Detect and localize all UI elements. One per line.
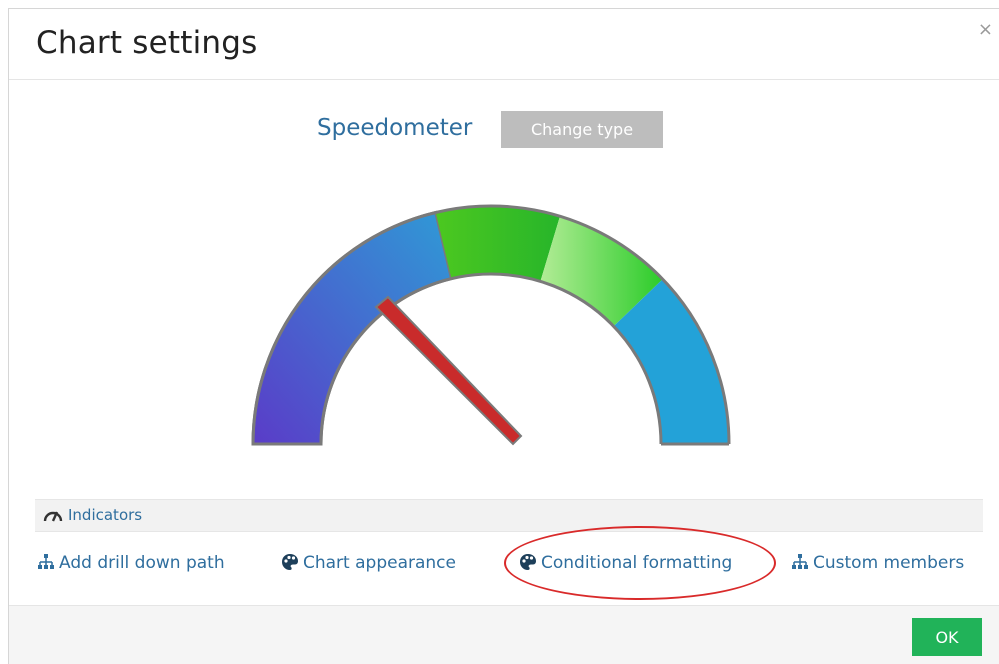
indicators-section[interactable]: Indicators [35, 499, 983, 532]
add-drill-down-path-label: Add drill down path [59, 553, 225, 573]
ok-button[interactable]: OK [912, 618, 982, 656]
gauge-band-2 [435, 205, 560, 282]
indicators-label: Indicators [68, 506, 143, 524]
chart-options-links: Add drill down path Chart appearance Con… [9, 547, 999, 583]
palette-icon [520, 554, 536, 570]
hierarchy-icon [38, 554, 54, 569]
chart-appearance-label: Chart appearance [303, 553, 456, 573]
chart-settings-dialog: Chart settings × Speedometer Change type [8, 8, 999, 664]
hierarchy-icon [792, 554, 808, 569]
chart-type-name: Speedometer [317, 115, 473, 141]
custom-members-label: Custom members [813, 553, 965, 573]
chart-type-row: Speedometer Change type [9, 111, 999, 148]
gauge-needle [374, 295, 523, 446]
close-icon[interactable]: × [978, 21, 993, 39]
gauge-icon [43, 511, 63, 522]
conditional-formatting-label: Conditional formatting [541, 553, 733, 573]
conditional-formatting-link[interactable]: Conditional formatting [519, 553, 732, 573]
add-drill-down-path-link[interactable]: Add drill down path [37, 553, 225, 573]
dialog-header: Chart settings × [9, 9, 999, 80]
palette-icon [282, 554, 298, 570]
chart-appearance-link[interactable]: Chart appearance [281, 553, 456, 573]
speedometer-gauge [251, 204, 731, 446]
dialog-footer: OK [9, 605, 999, 664]
change-type-button[interactable]: Change type [501, 111, 663, 148]
custom-members-link[interactable]: Custom members [791, 553, 964, 573]
dialog-title: Chart settings [36, 25, 258, 61]
